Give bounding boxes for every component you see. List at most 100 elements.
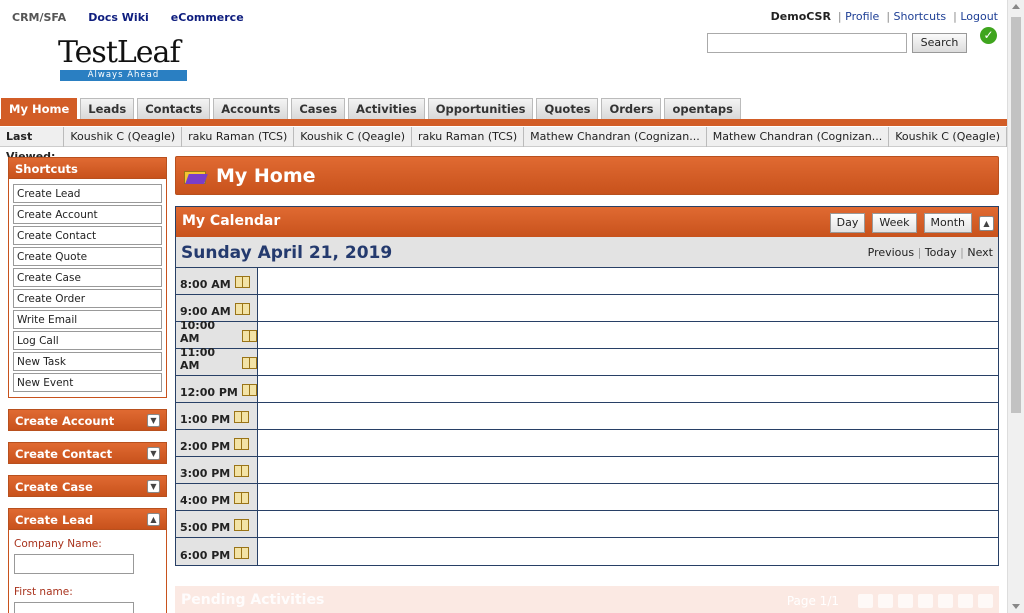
today-link[interactable]: Today [925, 246, 957, 259]
chevron-down-icon[interactable]: ▼ [147, 414, 160, 427]
shortcut-create-lead[interactable]: Create Lead [13, 184, 162, 203]
tab-contacts[interactable]: Contacts [137, 98, 211, 119]
hour-slot[interactable] [258, 376, 998, 402]
close-icon[interactable] [978, 594, 993, 608]
hour-label[interactable]: 12:00 PM [176, 376, 258, 402]
previous-link[interactable]: Previous [868, 246, 915, 259]
hour-label[interactable]: 9:00 AM [176, 295, 258, 321]
create-contact-header[interactable]: Create Contact ▼ [8, 442, 167, 464]
logout-link[interactable]: Logout [960, 10, 998, 23]
scroll-thumb[interactable] [1011, 17, 1021, 413]
tab-cases[interactable]: Cases [291, 98, 346, 119]
book-icon[interactable] [234, 492, 250, 504]
tab-accounts[interactable]: Accounts [213, 98, 289, 119]
hour-slot[interactable] [258, 295, 998, 321]
search-button[interactable]: Search [912, 33, 967, 53]
create-case-header[interactable]: Create Case ▼ [8, 475, 167, 497]
first-name-field[interactable] [14, 602, 134, 613]
book-icon[interactable] [242, 330, 257, 342]
hour-slot[interactable] [258, 322, 998, 348]
chevron-up-icon[interactable]: ▲ [147, 513, 160, 526]
hour-label[interactable]: 10:00 AM [176, 319, 258, 348]
book-icon[interactable] [241, 384, 257, 396]
tab-opportunities[interactable]: Opportunities [427, 98, 534, 119]
scroll-down-icon[interactable] [1012, 604, 1020, 609]
app-link-crm-sfa[interactable]: CRM/SFA [12, 11, 66, 24]
hour-label[interactable]: 4:00 PM [176, 484, 258, 510]
app-link-docs-wiki[interactable]: Docs Wiki [88, 11, 149, 24]
hour-slot[interactable] [258, 538, 998, 565]
book-icon[interactable] [234, 465, 250, 477]
testleaf-logo[interactable]: TestLeaf Always Ahead [58, 36, 188, 84]
last-viewed-item[interactable]: Koushik C (Qeagle) [294, 126, 413, 147]
calendar-title: My Calendar [182, 213, 281, 229]
shortcuts-link[interactable]: Shortcuts [894, 10, 947, 23]
shortcut-create-case[interactable]: Create Case [13, 268, 162, 287]
hour-label[interactable]: 8:00 AM [176, 268, 258, 294]
company-name-field[interactable] [14, 554, 134, 574]
last-viewed-item[interactable]: raku Raman (TCS) [182, 126, 295, 147]
scroll-up-icon[interactable] [1012, 4, 1020, 9]
hour-slot[interactable] [258, 430, 998, 456]
tab-leads[interactable]: Leads [80, 98, 135, 119]
last-viewed-item[interactable]: raku Raman (TCS) [412, 126, 525, 147]
profile-link[interactable]: Profile [845, 10, 879, 23]
hour-slot[interactable] [258, 511, 998, 537]
tab-quotes[interactable]: Quotes [536, 98, 599, 119]
book-icon[interactable] [234, 438, 250, 450]
shortcut-new-task[interactable]: New Task [13, 352, 162, 371]
chevron-down-icon[interactable]: ▼ [147, 447, 160, 460]
book-icon[interactable] [234, 519, 250, 531]
chevron-up-icon[interactable]: ▲ [979, 216, 994, 231]
tab-my-home[interactable]: My Home [1, 98, 78, 119]
last-viewed-item[interactable]: Mathew Chandran (Cognizan... [524, 126, 707, 147]
tab-orders[interactable]: Orders [601, 98, 662, 119]
hour-label[interactable]: 6:00 PM [176, 538, 258, 565]
create-account-header[interactable]: Create Account ▼ [8, 409, 167, 431]
week-view-button[interactable]: Week [872, 213, 917, 233]
hour-slot[interactable] [258, 349, 998, 375]
first-page-icon[interactable] [858, 594, 873, 608]
expand-icon[interactable] [918, 594, 933, 608]
previous-page-icon[interactable] [878, 594, 893, 608]
last-page-icon[interactable] [958, 594, 973, 608]
shortcut-new-event[interactable]: New Event [13, 373, 162, 392]
next-link[interactable]: Next [967, 246, 993, 259]
last-viewed-item[interactable]: Koushik C (Qeagle) [889, 126, 1007, 147]
hour-slot[interactable] [258, 457, 998, 483]
hour-label[interactable]: 5:00 PM [176, 511, 258, 537]
book-icon[interactable] [234, 411, 250, 423]
search-input[interactable] [707, 33, 907, 53]
last-viewed-item[interactable]: Koushik C (Qeagle) [64, 126, 183, 147]
hour-label[interactable]: 2:00 PM [176, 430, 258, 456]
create-contact-title: Create Contact [15, 447, 113, 461]
chevron-down-icon[interactable]: ▼ [147, 480, 160, 493]
hour-slot[interactable] [258, 268, 998, 294]
hour-label[interactable]: 3:00 PM [176, 457, 258, 483]
book-icon[interactable] [234, 276, 250, 288]
create-contact-panel: Create Contact ▼ [8, 442, 167, 464]
tab-opentaps[interactable]: opentaps [664, 98, 741, 119]
tab-activities[interactable]: Activities [348, 98, 425, 119]
shortcut-write-email[interactable]: Write Email [13, 310, 162, 329]
last-viewed-item[interactable]: Mathew Chandran (Cognizan... [707, 126, 890, 147]
hour-slot[interactable] [258, 403, 998, 429]
book-icon[interactable] [234, 547, 250, 559]
shortcut-create-contact[interactable]: Create Contact [13, 226, 162, 245]
book-icon[interactable] [242, 357, 257, 369]
app-link-ecommerce[interactable]: eCommerce [171, 11, 244, 24]
shortcut-create-account[interactable]: Create Account [13, 205, 162, 224]
page-scrollbar[interactable] [1007, 0, 1024, 613]
month-view-button[interactable]: Month [923, 213, 972, 233]
shortcut-create-order[interactable]: Create Order [13, 289, 162, 308]
book-icon[interactable] [234, 303, 250, 315]
create-lead-header[interactable]: Create Lead ▲ [8, 508, 167, 530]
shortcut-create-quote[interactable]: Create Quote [13, 247, 162, 266]
day-view-button[interactable]: Day [829, 213, 866, 233]
collapse-icon[interactable] [898, 594, 913, 608]
hour-label[interactable]: 1:00 PM [176, 403, 258, 429]
hour-label[interactable]: 11:00 AM [176, 346, 258, 375]
next-page-icon[interactable] [938, 594, 953, 608]
hour-slot[interactable] [258, 484, 998, 510]
shortcut-log-call[interactable]: Log Call [13, 331, 162, 350]
